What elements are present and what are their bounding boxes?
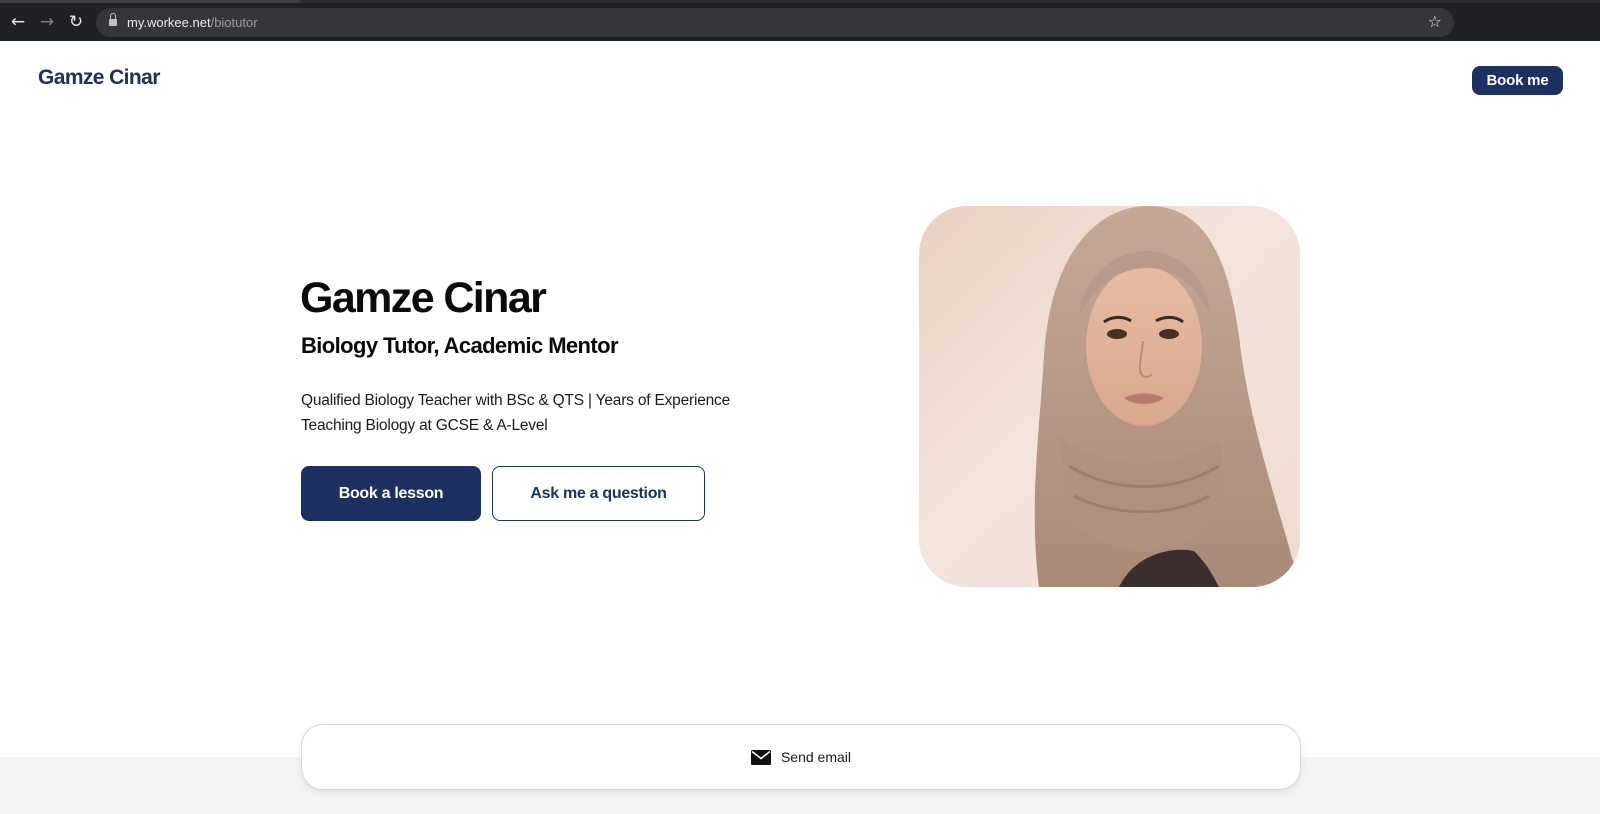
ask-question-button[interactable]: Ask me a question bbox=[492, 466, 705, 521]
hero-description: Qualified Biology Teacher with BSc & QTS… bbox=[301, 392, 731, 434]
reload-button[interactable]: ↻ bbox=[65, 11, 87, 33]
book-a-lesson-button[interactable]: Book a lesson bbox=[301, 466, 481, 521]
tab-strip-edge bbox=[300, 0, 1600, 3]
hero-role: Biology Tutor, Academic Mentor bbox=[301, 333, 619, 358]
url-host: my.workee.net bbox=[127, 15, 211, 30]
star-icon[interactable]: ☆ bbox=[1428, 12, 1442, 31]
site-logo[interactable]: Gamze Cinar bbox=[38, 66, 160, 90]
send-email-label: Send email bbox=[780, 749, 852, 765]
mail-icon bbox=[750, 749, 771, 765]
reload-icon: ↻ bbox=[68, 12, 84, 32]
address-bar[interactable]: my.workee.net/biotutor ☆ bbox=[96, 8, 1454, 37]
hero-name: Gamze Cinar bbox=[300, 274, 547, 322]
book-me-button[interactable]: Book me bbox=[1472, 66, 1563, 95]
arrow-right-icon: → bbox=[39, 12, 55, 32]
send-email-button[interactable]: Send email bbox=[301, 724, 1301, 790]
portrait-illustration bbox=[1034, 206, 1300, 587]
forward-button[interactable]: → bbox=[36, 11, 58, 33]
profile-photo bbox=[919, 206, 1300, 587]
browser-toolbar: ← → ↻ my.workee.net/biotutor ☆ bbox=[0, 0, 1600, 41]
lock-icon bbox=[109, 13, 117, 27]
url-path: /biotutor bbox=[210, 15, 258, 30]
back-button[interactable]: ← bbox=[7, 11, 29, 33]
arrow-left-icon: ← bbox=[10, 12, 26, 32]
url-text[interactable]: my.workee.net/biotutor bbox=[127, 14, 258, 31]
